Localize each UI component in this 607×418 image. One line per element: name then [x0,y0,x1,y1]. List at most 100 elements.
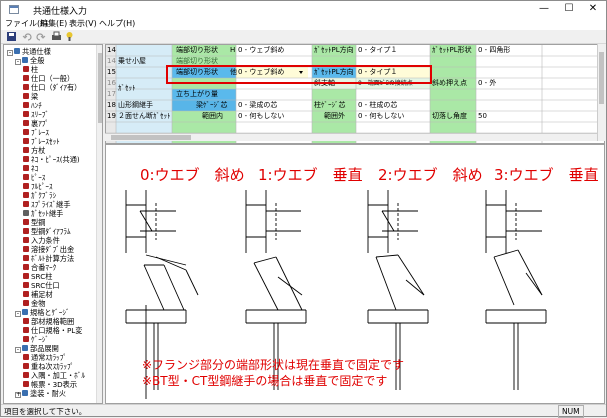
tree-item[interactable]: 型鋼 [23,218,45,227]
tree-item[interactable]: ｶﾞｾｯﾄ継手 [23,209,63,218]
cell-label: 切落し角度 [432,112,467,120]
folder-icon [23,102,29,108]
tree-item[interactable]: ｽﾘｰﾌﾞ [23,110,49,119]
tree-item-label: SRC仕口 [31,281,60,290]
tree-item[interactable]: ｹﾞｰｼﾞ [23,335,49,344]
cell-value[interactable]: 0 - 何もしない [358,111,404,122]
expand-toggle-icon[interactable]: - [15,347,21,353]
tree-item[interactable]: ﾌﾞﾚｰｽｾｯﾄ [23,137,60,146]
tree-item-label: 全般 [30,56,45,65]
folder-icon [23,93,29,99]
tree-item[interactable]: 入隅・加工・ﾎﾞﾙ [23,371,85,380]
maximize-button[interactable]: ☐ [557,1,581,18]
cell-value[interactable]: 0 - 何もしない [238,111,284,122]
tree-item[interactable]: ﾌﾙﾋﾟｰｽ [23,182,53,191]
folder-icon [23,111,29,117]
tree-item[interactable]: ﾎﾞﾙﾄ計算方法 [23,254,74,263]
note-line: ※フランジ部分の端部形状は現在垂直で固定です [142,358,405,372]
tree-item[interactable]: 重ね次ｽｶﾗｯﾌﾟ [23,362,74,371]
expand-toggle-icon[interactable]: - [15,59,21,65]
tree-item[interactable]: 方杖 [23,146,45,155]
tree-item-label: 帳票・3D表示 [31,380,78,389]
tree-item[interactable]: ｶﾞｸﾌﾞﾗｼ [23,191,56,200]
grid-hscroll-thumb[interactable] [111,135,191,140]
folder-icon [23,138,29,144]
close-button[interactable]: ✕ [581,1,605,18]
cell-value[interactable]: 0 - 柱成の芯 [358,100,397,111]
tree-item[interactable]: - 規格とｹﾞｰｼﾞ [15,308,70,317]
tree-item[interactable]: ﾈｺ・ﾋﾟｰｽ(共通) [23,155,80,164]
tree-item[interactable]: - 全般 [15,56,44,65]
folder-icon [23,273,29,279]
tree-item-label: 重ね次ｽｶﾗｯﾌﾟ [31,362,75,371]
row-number: 18 [107,101,116,109]
expand-toggle-icon[interactable]: + [15,392,21,398]
tree-item-label: ﾌﾞﾚｰｽｾｯﾄ [31,137,60,146]
tree-item[interactable]: ｽﾌﾟﾗｲｽﾞ継手 [23,200,71,209]
redo-icon[interactable] [35,31,46,42]
tree-item-label: 部品展開 [30,344,59,353]
tree-scroll-thumb[interactable] [98,53,102,123]
grid-vscroll-thumb[interactable] [599,52,604,104]
tree-item-label: ｽﾘｰﾌﾞ [31,110,49,119]
tree-item[interactable]: ﾋﾟｰｽ [23,173,45,182]
tree-item[interactable]: - 共通仕様 [7,47,51,56]
cell-label: 斜め押え点 [432,79,467,87]
tree-item-label: 入力条件 [31,236,60,245]
cell-value[interactable]: 0 - 梁成の芯 [238,100,277,111]
tree-item[interactable]: - 部品展開 [15,344,59,353]
group-label: 乗せ小屋 [118,57,146,65]
tree-item[interactable]: 入力条件 [23,236,60,245]
folder-icon [14,48,20,54]
print-icon[interactable] [51,31,62,42]
cell-value[interactable]: 0 - タイプ１ [358,45,397,56]
folder-icon [22,390,28,396]
folder-icon [23,66,29,72]
tree-item[interactable]: ﾈｺ [23,164,38,173]
tree-item[interactable]: 帳票・3D表示 [23,380,77,389]
tree-item[interactable]: ﾊﾝﾁ [23,101,42,110]
tree-item[interactable]: 仕口（一般） [23,74,74,83]
num-lock-indicator: NUM [558,405,584,418]
tree-item[interactable]: SRC柱 [23,272,52,281]
tree-item[interactable]: 金物 [23,299,45,308]
expand-toggle-icon[interactable]: - [7,50,13,56]
application-window: 共通仕様入力 — ☐ ✕ ファイル(F) 編集(E) 表示(V) ヘルプ(H) … [0,0,607,418]
cell-value[interactable]: 0 - ウェブ斜め [238,45,284,56]
group-label: 山形鋼継手 [118,101,153,109]
grid-vertical-scrollbar[interactable] [597,44,605,141]
tree-item[interactable]: ﾌﾞﾚｰｽ [23,128,49,137]
tree-item[interactable]: 仕口（ﾀﾞｲｱ有） [23,83,81,92]
tree-item[interactable]: 溶接ﾀﾞﾌﾞ出金 [23,245,74,254]
tree-item[interactable]: 仕口規格・PL変 [23,326,82,335]
tree-item[interactable]: 部材規格範囲 [23,317,74,326]
tree-item-label: 塗装・耐火 [30,389,66,398]
tree-item[interactable]: SRC仕口 [23,281,60,290]
group-label: ２面せん断ｶﾞｾｯﾄ [118,112,171,120]
menu-help[interactable]: ヘルプ(H) [99,18,135,30]
tree-item[interactable]: 合番ﾏｰｸ [23,263,56,272]
cell-value[interactable]: 0 - 四角形 [478,45,510,56]
tree-item[interactable]: 梁 [23,92,38,101]
menu-view[interactable]: 表示(V) [69,18,97,30]
save-icon[interactable] [6,31,17,42]
folder-icon [23,300,29,306]
tree-item[interactable]: 補足材 [23,290,53,299]
grid-horizontal-scrollbar[interactable] [105,133,597,141]
menu-edit[interactable]: 編集(E) [40,18,67,30]
tree-item[interactable]: + 塗装・耐火 [15,389,66,398]
cell-value[interactable]: 0 - 外 [478,78,496,89]
tree-item-label: ﾈｺ・ﾋﾟｰｽ(共通) [31,155,80,164]
cell-value[interactable]: 50 [478,111,487,122]
folder-icon [23,156,29,162]
minimize-button[interactable]: — [532,1,556,18]
tree-item[interactable]: 裏ｱﾌﾟ [23,119,49,128]
tree-item[interactable]: 型鋼ﾀﾞｲｱﾌﾗﾑ [23,227,71,236]
undo-icon[interactable] [22,31,33,42]
help-icon[interactable] [64,31,75,42]
expand-toggle-icon[interactable]: - [15,311,21,317]
tree-item[interactable]: 通常ｽｶﾗｯﾌﾟ [23,353,67,362]
tree-scrollbar[interactable] [96,45,102,403]
settings-tree: - 共通仕様 - 全般柱仕口（一般） 仕口（ﾀﾞｲｱ有）梁ﾊﾝﾁ ｽﾘｰﾌﾞ 裏ｱﾌﾟ ﾌﾞﾚ… [3,44,103,404]
tree-item[interactable]: 柱 [23,65,38,74]
